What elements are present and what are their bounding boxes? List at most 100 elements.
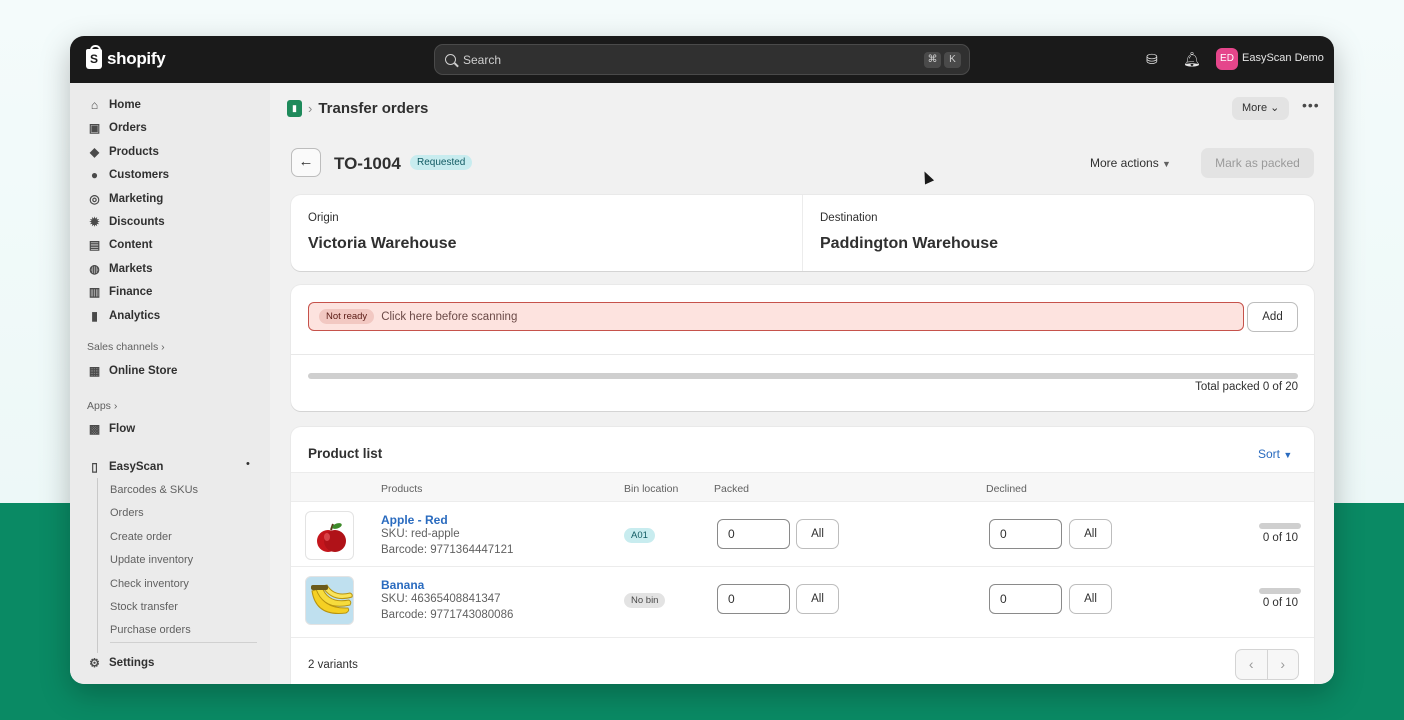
submenu-line: [97, 478, 98, 653]
sidebar-item-finance[interactable]: ▥ Finance: [88, 285, 153, 299]
sort-label: Sort: [1258, 447, 1281, 461]
bank-icon: ▥: [88, 285, 101, 299]
sidebar-item-marketing[interactable]: ◎ Marketing: [88, 192, 163, 206]
more-actions-label: More actions: [1090, 156, 1159, 170]
sidebar-sub-create-order[interactable]: Create order: [110, 531, 172, 543]
sidebar: ⌂ Home ▣ Orders ◆ Products ● Customers ◎ Mark…: [70, 83, 270, 684]
globe-icon: ◍: [89, 262, 100, 276]
sidebar-divider: [110, 642, 257, 643]
search-input[interactable]: Search ⌘ K: [434, 44, 970, 75]
browser-window: shopify Search ⌘ K ⛁ 🔔︎ ED EasyScan Demo…: [70, 36, 1334, 684]
shopify-logo[interactable]: shopify: [86, 45, 166, 69]
chevron-right-icon: ›: [113, 400, 118, 412]
easyscan-icon: ▯: [91, 460, 98, 474]
chevron-right-icon: ›: [308, 101, 313, 116]
sidebar-item-analytics[interactable]: ▮ Analytics: [88, 309, 160, 323]
sidebar-item-home[interactable]: ⌂ Home: [88, 98, 141, 112]
sidebar-item-customers[interactable]: ● Customers: [88, 168, 169, 182]
mark-as-packed-button[interactable]: Mark as packed: [1201, 148, 1314, 178]
sidebar-item-discounts[interactable]: ✹ Discounts: [88, 215, 164, 229]
inbox-icon[interactable]: ⛁: [1146, 51, 1158, 67]
product-barcode: Barcode: 9771364447121: [381, 544, 514, 556]
sidebar-sub-orders[interactable]: Orders: [110, 507, 144, 519]
declined-all-button[interactable]: All: [1069, 519, 1112, 549]
target-icon: ◎: [89, 192, 100, 206]
previous-page-button[interactable]: ‹: [1236, 650, 1268, 679]
column-header: Products: [381, 483, 423, 495]
breadcrumb: ▮ › Transfer orders: [287, 100, 428, 117]
packed-all-button[interactable]: All: [796, 519, 839, 549]
declined-input[interactable]: 0: [989, 584, 1062, 614]
sidebar-sub-update-inventory[interactable]: Update inventory: [110, 554, 193, 566]
sales-channels-heading[interactable]: Sales channels ›: [87, 341, 165, 353]
destination-value: Paddington Warehouse: [820, 235, 999, 252]
declined-all-button[interactable]: All: [1069, 584, 1112, 614]
sidebar-item-online-store[interactable]: ▦ Online Store: [88, 364, 178, 378]
easyscan-app-icon[interactable]: ▮: [287, 100, 302, 117]
more-actions-button[interactable]: More actions ▼: [1090, 156, 1171, 170]
ellipsis-icon[interactable]: •••: [1302, 97, 1320, 113]
divider: [291, 354, 1314, 355]
sidebar-item-orders[interactable]: ▣ Orders: [88, 121, 147, 135]
sidebar-sub-purchase-orders[interactable]: Purchase orders: [110, 624, 191, 636]
status-badge: Requested: [410, 155, 473, 170]
sidebar-sub-barcodes[interactable]: Barcodes & SKUs: [110, 484, 198, 496]
sidebar-item-label: Analytics: [109, 310, 161, 322]
column-header: Declined: [986, 483, 1027, 495]
apple-image: [317, 523, 346, 552]
sidebar-item-content[interactable]: ▤ Content: [88, 238, 153, 252]
sidebar-item-products[interactable]: ◆ Products: [88, 145, 159, 159]
scan-input[interactable]: Not ready Click here before scanning: [308, 302, 1244, 331]
row-progress-text: 0 of 10: [1262, 597, 1298, 609]
caret-down-icon: ▼: [1283, 450, 1293, 460]
bell-icon[interactable]: 🔔︎: [1183, 51, 1201, 67]
person-icon: ●: [90, 168, 99, 182]
chart-icon: ▮: [91, 309, 98, 323]
row-progress-bar: [1259, 588, 1301, 594]
shortcut-key-cmd: ⌘: [924, 52, 941, 68]
declined-input[interactable]: 0: [989, 519, 1062, 549]
destination-label: Destination: [820, 212, 878, 224]
apps-heading[interactable]: Apps ›: [87, 400, 117, 412]
more-button[interactable]: More ⌄: [1232, 97, 1290, 120]
back-button[interactable]: ←: [291, 148, 321, 177]
sidebar-item-flow[interactable]: ▩ Flow: [88, 422, 135, 436]
total-packed-text: Total packed 0 of 20: [1195, 381, 1298, 393]
add-button[interactable]: Add: [1247, 302, 1298, 332]
sidebar-item-easyscan[interactable]: ▯ EasyScan: [88, 460, 163, 474]
shopify-bag-icon: [86, 45, 102, 69]
sort-button[interactable]: Sort ▼: [1258, 447, 1292, 461]
chevron-right-icon: ›: [161, 341, 165, 353]
product-list-title: Product list: [308, 446, 383, 461]
total-progress-bar: [308, 373, 1298, 379]
next-page-button[interactable]: ›: [1268, 650, 1299, 679]
orders-icon: ▣: [88, 121, 101, 135]
packed-input[interactable]: 0: [717, 584, 790, 614]
avatar[interactable]: ED: [1216, 48, 1238, 70]
product-sku: SKU: 46365408841347: [381, 593, 501, 605]
sidebar-item-label: Content: [109, 239, 153, 251]
arrow-left-icon: ←: [298, 153, 314, 170]
gear-icon: ⚙: [89, 656, 100, 670]
product-thumbnail: [305, 511, 354, 560]
sidebar-item-markets[interactable]: ◍ Markets: [88, 262, 152, 276]
product-name-link[interactable]: Apple - Red: [381, 513, 448, 527]
sidebar-sub-check-inventory[interactable]: Check inventory: [110, 578, 189, 590]
product-name-link[interactable]: Banana: [381, 578, 424, 592]
origin-label: Origin: [308, 212, 339, 224]
shortcut-key-k: K: [944, 52, 961, 68]
sidebar-item-settings[interactable]: ⚙ Settings: [88, 656, 154, 670]
sidebar-item-label: Marketing: [109, 193, 164, 205]
packed-input[interactable]: 0: [717, 519, 790, 549]
home-icon: ⌂: [90, 98, 99, 112]
column-header: Packed: [714, 483, 750, 495]
sidebar-item-label: Online Store: [109, 365, 178, 377]
column-header: Bin location: [624, 483, 679, 495]
table-row: Apple - Red SKU: red-apple Barcode: 9771…: [291, 503, 1314, 567]
sidebar-item-label: Orders: [109, 122, 147, 134]
sidebar-item-label: Flow: [109, 423, 136, 435]
scan-placeholder: Click here before scanning: [381, 310, 518, 323]
sidebar-sub-stock-transfer[interactable]: Stock transfer: [110, 601, 178, 613]
store-name[interactable]: EasyScan Demo: [1242, 52, 1324, 64]
packed-all-button[interactable]: All: [796, 584, 839, 614]
